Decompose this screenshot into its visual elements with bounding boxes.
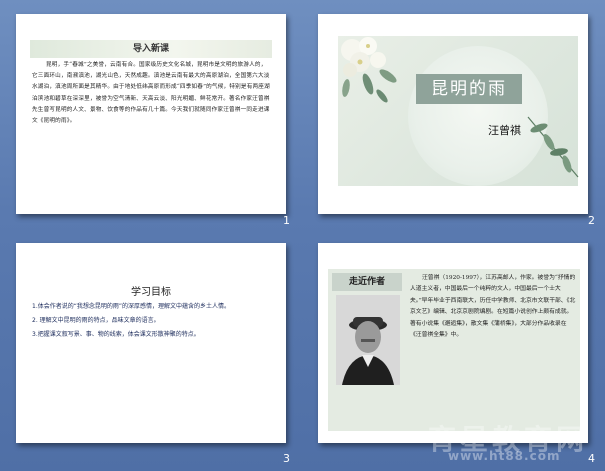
slide-thumbnail-3[interactable]: 学习目标 1.体会作者说的“我想念昆明的雨”的深厚感情，理解文中蕴含的乡土人情。…	[16, 243, 286, 443]
slide-thumbnail-4[interactable]: 走近作者 汪曾祺（1920-1997），江苏高邮人，作家。被誉为“抒情的人道主义…	[318, 243, 588, 443]
slide2-background-panel	[338, 36, 579, 186]
author-portrait-image	[336, 295, 400, 385]
slide1-body-text: 昆明，手“春城”之美誉，云南有合。国家级历史文化名城，昆明市是文明的旅游人的，它…	[32, 62, 270, 125]
slide4-author-bio: 汪曾祺（1920-1997），江苏高邮人，作家。被誉为“抒情的人道主义者，中国最…	[410, 275, 576, 339]
slide-thumbnail-2[interactable]: 昆明的雨 汪曾祺	[318, 14, 588, 214]
slide-number-4: 4	[588, 452, 595, 465]
objective-item-1: 1.体会作者说的“我想念昆明的雨”的深厚感情，理解文中蕴含的乡土人情。	[32, 303, 230, 310]
portrait-silhouette-icon	[336, 295, 400, 385]
objective-item-2: 2. 理解文中昆明的雨的特点，品味文章的语言。	[32, 317, 160, 324]
slide-number-2: 2	[588, 214, 595, 227]
slide3-title: 学习目标	[131, 287, 171, 298]
flower-illustration-icon	[341, 37, 397, 103]
slide2-title: 昆明的雨	[416, 74, 522, 104]
slide2-author: 汪曾祺	[488, 124, 521, 137]
watermark-url-text: www.ht88.com	[448, 449, 561, 463]
leaf-branch-icon	[527, 116, 579, 178]
slide-thumbnail-1[interactable]: 导入新课 昆明，手“春城”之美誉，云南有合。国家级历史文化名城，昆明市是文明的旅…	[16, 14, 286, 214]
slide4-heading: 走近作者	[332, 273, 402, 291]
slide-number-1: 1	[283, 214, 290, 227]
slide3-objectives-list: 1.体会作者说的“我想念昆明的雨”的深厚感情，理解文中蕴含的乡土人情。 2. 理…	[32, 301, 276, 343]
slide1-title: 导入新课	[30, 40, 272, 58]
slide-number-3: 3	[283, 452, 290, 465]
objective-item-3: 3.把握课文叙写景、事、物的线索，体会课文形散神聚的特点。	[32, 331, 200, 338]
